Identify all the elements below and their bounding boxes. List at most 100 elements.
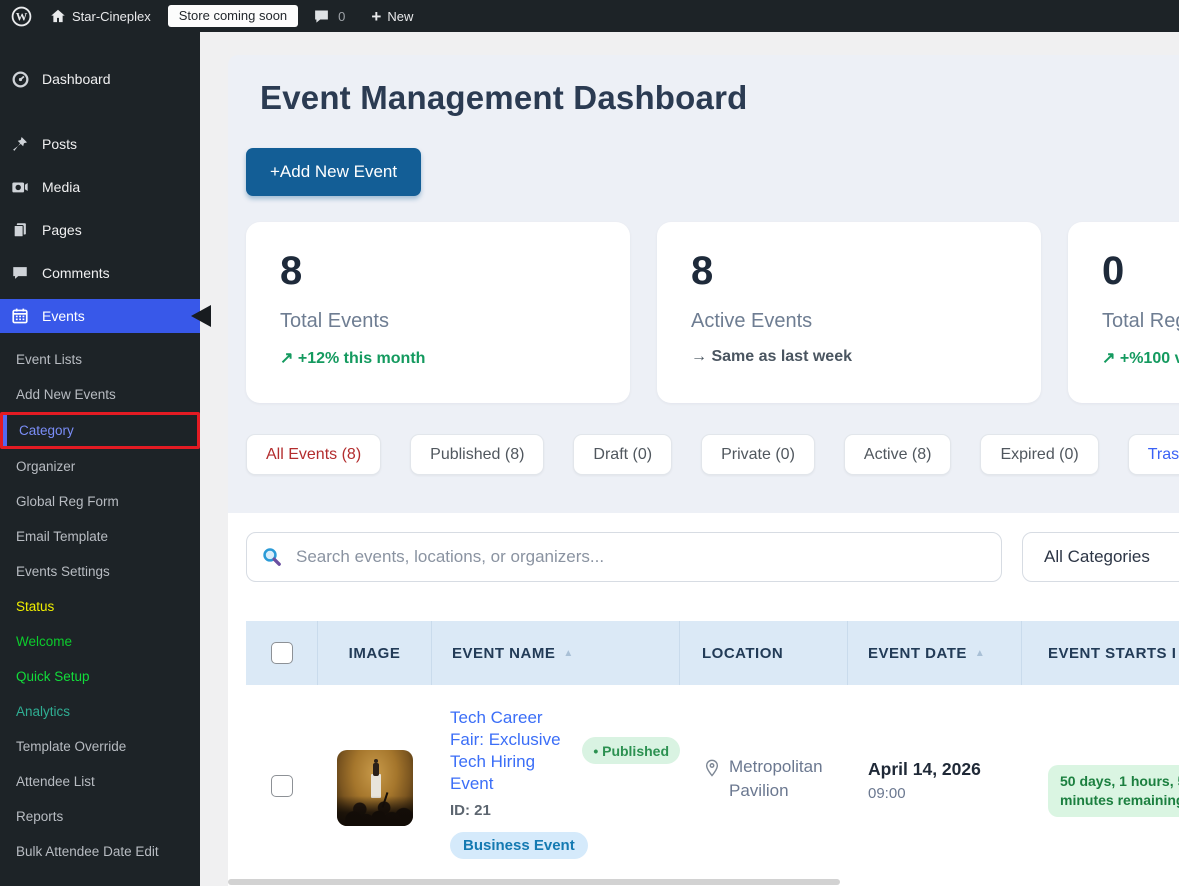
stat-label: Total Regist <box>1102 310 1179 333</box>
pages-icon <box>9 221 31 239</box>
sidebar-item-comments[interactable]: Comments <box>0 256 200 290</box>
filter-private[interactable]: Private (0) <box>701 434 815 475</box>
sidebar-subitem-add-new-events[interactable]: Add New Events <box>0 377 200 412</box>
admin-content-area: Event Management Dashboard +Add New Even… <box>200 32 1179 886</box>
filter-expired[interactable]: Expired (0) <box>980 434 1098 475</box>
sidebar-subitem-analytics[interactable]: Analytics <box>0 694 200 729</box>
wordpress-menu[interactable]: W <box>0 0 41 32</box>
sidebar-item-label: Comments <box>42 265 110 281</box>
row-event-name-cell: Tech Career Fair: Exclusive Tech Hiring … <box>432 685 680 871</box>
stat-change: → Same as last week <box>691 348 1007 366</box>
site-name: Star-Cineplex <box>72 9 151 24</box>
add-new-event-button[interactable]: +Add New Event <box>246 148 421 196</box>
new-content-button[interactable]: + New <box>362 0 422 32</box>
comment-bubble-icon <box>313 8 330 25</box>
store-coming-soon-badge: Store coming soon <box>168 5 298 27</box>
sort-asc-icon[interactable]: ▲ <box>563 648 573 659</box>
stat-label: Active Events <box>691 310 1007 333</box>
stat-card-active-events: 8 Active Events → Same as last week <box>657 222 1041 403</box>
published-status-badge: • Published <box>582 737 680 764</box>
row-date-cell: April 14, 2026 09:00 <box>848 685 1022 871</box>
sidebar-item-events[interactable]: Events <box>0 299 200 333</box>
search-box <box>246 532 1002 582</box>
pushpin-icon <box>9 135 31 153</box>
row-checkbox[interactable] <box>271 775 293 797</box>
sidebar-item-label: Pages <box>42 222 82 238</box>
filter-trash[interactable]: Trash (0) <box>1128 434 1179 475</box>
comments-count: 0 <box>338 9 345 24</box>
filter-draft[interactable]: Draft (0) <box>573 434 672 475</box>
search-icon <box>261 546 284 569</box>
search-input[interactable] <box>246 532 1002 582</box>
sidebar-subitem-email-template[interactable]: Email Template <box>0 519 200 554</box>
sidebar-item-pages[interactable]: Pages <box>0 213 200 247</box>
dashboard-gauge-icon <box>9 70 31 89</box>
stat-change: ↗ +%100 vs <box>1102 348 1179 368</box>
sidebar-item-label: Events <box>42 308 85 324</box>
column-header-event-name[interactable]: EVENT NAME ▲ <box>432 621 680 685</box>
location-pin-icon <box>702 758 722 778</box>
plus-icon: + <box>371 8 381 25</box>
events-list-section: All Categories IMAGE EVENT NAME ▲ LOCA <box>228 513 1179 886</box>
events-submenu: Event Lists Add New Events Category Orga… <box>0 342 200 869</box>
sidebar-subitem-status[interactable]: Status <box>0 589 200 624</box>
wordpress-logo-icon: W <box>11 6 32 27</box>
table-header-row: IMAGE EVENT NAME ▲ LOCATION EVENT DATE ▲ <box>246 621 1179 685</box>
horizontal-scrollbar-thumb[interactable] <box>228 879 840 885</box>
select-all-checkbox[interactable] <box>271 642 293 664</box>
comments-shortcut[interactable]: 0 <box>304 0 354 32</box>
admin-sidebar: Dashboard Posts Media <box>0 32 200 886</box>
column-header-event-date[interactable]: EVENT DATE ▲ <box>848 621 1022 685</box>
camera-icon <box>9 178 31 196</box>
filter-active[interactable]: Active (8) <box>844 434 952 475</box>
sidebar-subitem-event-lists[interactable]: Event Lists <box>0 342 200 377</box>
event-dashboard-panel: Event Management Dashboard +Add New Even… <box>228 55 1179 886</box>
comments-icon <box>9 264 31 282</box>
select-all-cell <box>246 621 318 685</box>
calendar-icon <box>9 307 31 325</box>
sidebar-subitem-bulk-attendee-date-edit[interactable]: Bulk Attendee Date Edit <box>0 834 200 869</box>
sidebar-item-dashboard[interactable]: Dashboard <box>0 62 200 96</box>
filter-published[interactable]: Published (8) <box>410 434 544 475</box>
new-label: New <box>387 9 413 24</box>
events-table: IMAGE EVENT NAME ▲ LOCATION EVENT DATE ▲ <box>246 621 1179 871</box>
column-header-location[interactable]: LOCATION <box>680 621 848 685</box>
event-thumbnail[interactable] <box>337 750 413 826</box>
sidebar-item-posts[interactable]: Posts <box>0 127 200 161</box>
event-id: ID: 21 <box>450 802 680 819</box>
table-row: Tech Career Fair: Exclusive Tech Hiring … <box>246 685 1179 871</box>
sort-asc-icon[interactable]: ▲ <box>975 648 985 659</box>
sidebar-item-label: Posts <box>42 136 77 152</box>
admin-bar: W Star-Cineplex Store coming soon 0 + Ne… <box>0 0 1179 32</box>
row-select-cell <box>246 685 318 871</box>
sidebar-subitem-global-reg-form[interactable]: Global Reg Form <box>0 484 200 519</box>
sidebar-item-media[interactable]: Media <box>0 170 200 204</box>
event-date: April 14, 2026 <box>868 759 1022 780</box>
sidebar-subitem-reports[interactable]: Reports <box>0 799 200 834</box>
sidebar-subitem-organizer[interactable]: Organizer <box>0 449 200 484</box>
row-image-cell <box>318 685 432 871</box>
row-location-cell: Metropolitan Pavilion <box>680 685 848 871</box>
stat-value: 8 <box>691 249 1007 293</box>
sidebar-subitem-welcome[interactable]: Welcome <box>0 624 200 659</box>
category-dropdown-value: All Categories <box>1044 547 1150 567</box>
filter-all-events[interactable]: All Events (8) <box>246 434 381 475</box>
stat-value: 0 <box>1102 249 1179 293</box>
category-dropdown[interactable]: All Categories <box>1022 532 1179 582</box>
page-title: Event Management Dashboard <box>260 79 747 117</box>
sidebar-item-label: Dashboard <box>42 71 111 87</box>
site-link[interactable]: Star-Cineplex <box>41 0 160 32</box>
stat-change: ↗ +12% this month <box>280 348 596 368</box>
sidebar-item-label: Media <box>42 179 80 195</box>
column-header-image[interactable]: IMAGE <box>318 621 432 685</box>
sidebar-subitem-category[interactable]: Category <box>0 412 200 449</box>
sidebar-subitem-quick-setup[interactable]: Quick Setup <box>0 659 200 694</box>
stat-card-total-registrations: 0 Total Regist ↗ +%100 vs <box>1068 222 1179 403</box>
sidebar-subitem-events-settings[interactable]: Events Settings <box>0 554 200 589</box>
svg-text:W: W <box>16 11 28 23</box>
column-header-event-starts-in[interactable]: EVENT STARTS I <box>1022 621 1179 685</box>
event-title-link[interactable]: Tech Career Fair: Exclusive Tech Hiring … <box>450 707 570 795</box>
home-icon <box>50 8 66 24</box>
sidebar-subitem-attendee-list[interactable]: Attendee List <box>0 764 200 799</box>
sidebar-subitem-template-override[interactable]: Template Override <box>0 729 200 764</box>
